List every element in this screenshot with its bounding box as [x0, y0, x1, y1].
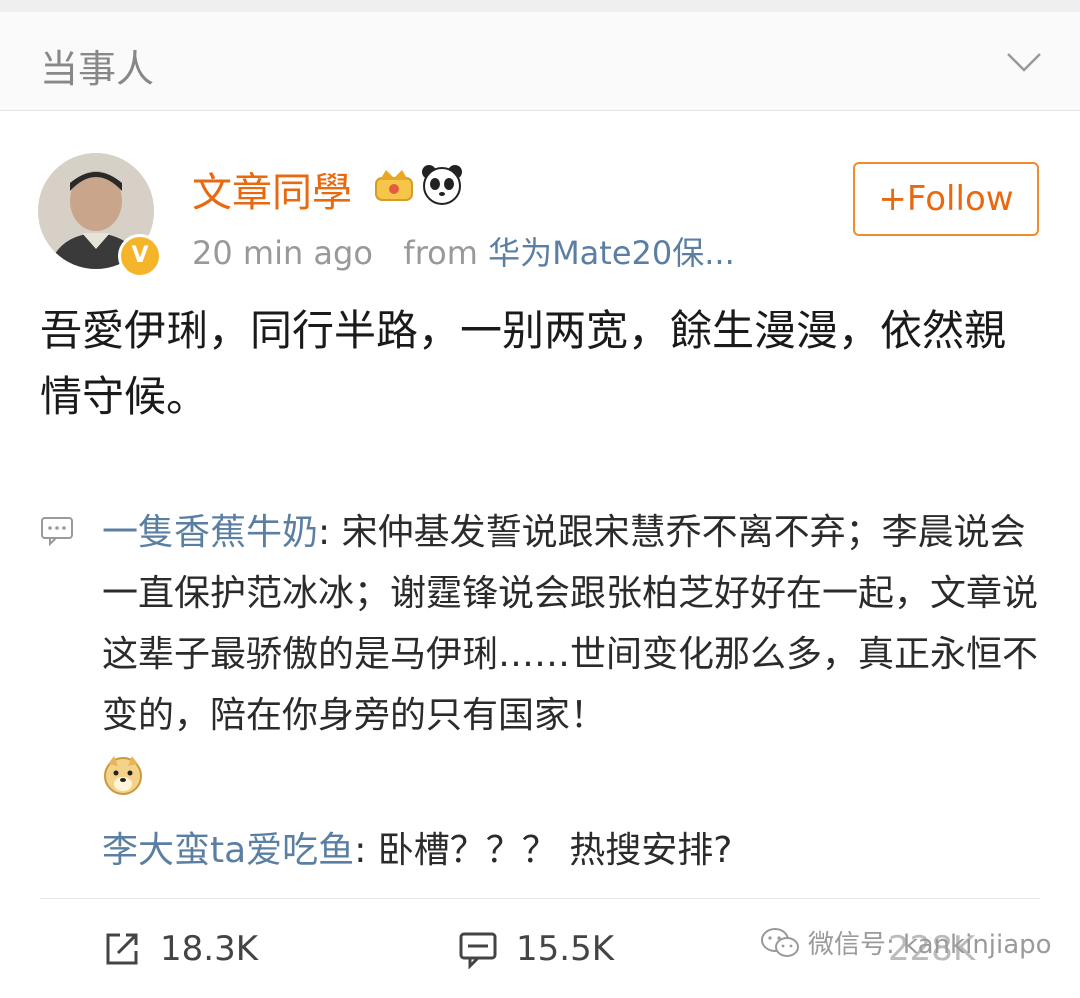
from-label: from [403, 234, 478, 272]
comment-count: 15.5K [516, 929, 614, 969]
comment-user[interactable]: 李大蛮ta爱吃鱼 [102, 830, 354, 871]
verified-badge-icon: V [118, 234, 162, 278]
post-time: 20 min ago [192, 234, 373, 272]
comment-item: 李大蛮ta爱吃鱼: 卧槽？？？ 热搜安排? [102, 820, 1042, 881]
watermark-text: 微信号: kankinjiapo [808, 930, 1052, 960]
device-link[interactable]: 华为Mate20保... [488, 234, 735, 272]
top-strip [0, 0, 1080, 12]
comment-item: 一隻香蕉牛奶: 宋仲基发誓说跟宋慧乔不离不弃；李晨说会一直保护范冰冰；谢霆锋说会… [102, 502, 1042, 796]
comment-user[interactable]: 一隻香蕉牛奶 [102, 512, 318, 553]
divider [40, 898, 1040, 899]
comment-button[interactable]: 15.5K [458, 922, 614, 976]
header-title: 当事人 [40, 47, 155, 91]
repost-button[interactable]: 18.3K [102, 922, 258, 976]
repost-count: 18.3K [160, 929, 258, 969]
crown-icon [375, 170, 413, 201]
panda-icon [422, 165, 462, 205]
post-meta: 20 min ago from 华为Mate20保... [192, 228, 735, 274]
page-header: 当事人 [0, 12, 1080, 111]
follow-button[interactable]: +Follow [853, 162, 1039, 236]
comment-icon [459, 932, 497, 969]
watermark: 微信号: kankinjiapo [760, 924, 1052, 961]
doge-icon [104, 756, 142, 795]
author-name[interactable]: 文章同學 [192, 160, 352, 218]
wechat-icon [761, 927, 799, 957]
comment-text: : 卧槽？？？ 热搜安排? [354, 830, 733, 871]
repost-icon [106, 933, 138, 965]
chevron-down-icon[interactable] [1004, 42, 1044, 82]
comment-bubble-icon [41, 517, 73, 546]
post-text: 吾愛伊琍，同行半路，一别两宽，餘生漫漫，依然親情守候。 [40, 306, 1007, 421]
